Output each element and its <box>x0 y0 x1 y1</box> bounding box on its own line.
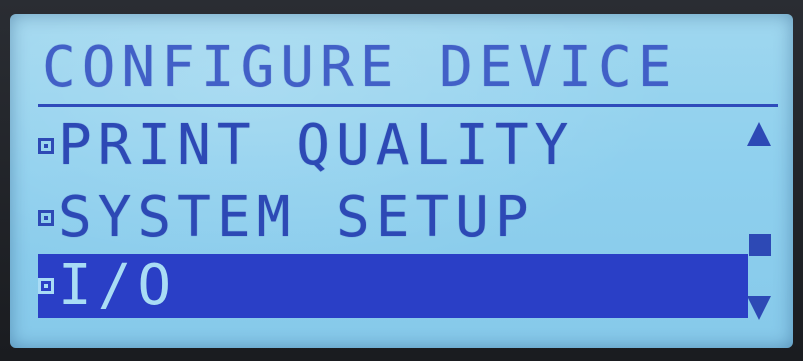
menu-item-io-selected[interactable]: I/O <box>38 254 748 318</box>
submenu-bullet-icon <box>38 210 54 226</box>
title-divider <box>38 104 778 107</box>
menu-item-system-setup[interactable]: SYSTEM SETUP <box>38 186 535 250</box>
menu-item-label: I/O <box>58 253 178 318</box>
menu-item-print-quality[interactable]: PRINT QUALITY <box>38 114 574 178</box>
scroll-up-icon[interactable] <box>747 122 771 146</box>
menu-item-label: SYSTEM SETUP <box>58 185 535 250</box>
menu-item-label: PRINT QUALITY <box>58 113 575 178</box>
scroll-down-icon[interactable] <box>747 296 771 320</box>
device-bezel: CONFIGURE DEVICE PRINT QUALITY SYSTEM SE… <box>0 0 803 361</box>
screen-title: CONFIGURE DEVICE <box>42 35 678 100</box>
submenu-bullet-icon <box>38 278 54 294</box>
scroll-thumb-icon[interactable] <box>749 234 771 256</box>
lcd-display: CONFIGURE DEVICE PRINT QUALITY SYSTEM SE… <box>10 14 793 348</box>
submenu-bullet-icon <box>38 138 54 154</box>
